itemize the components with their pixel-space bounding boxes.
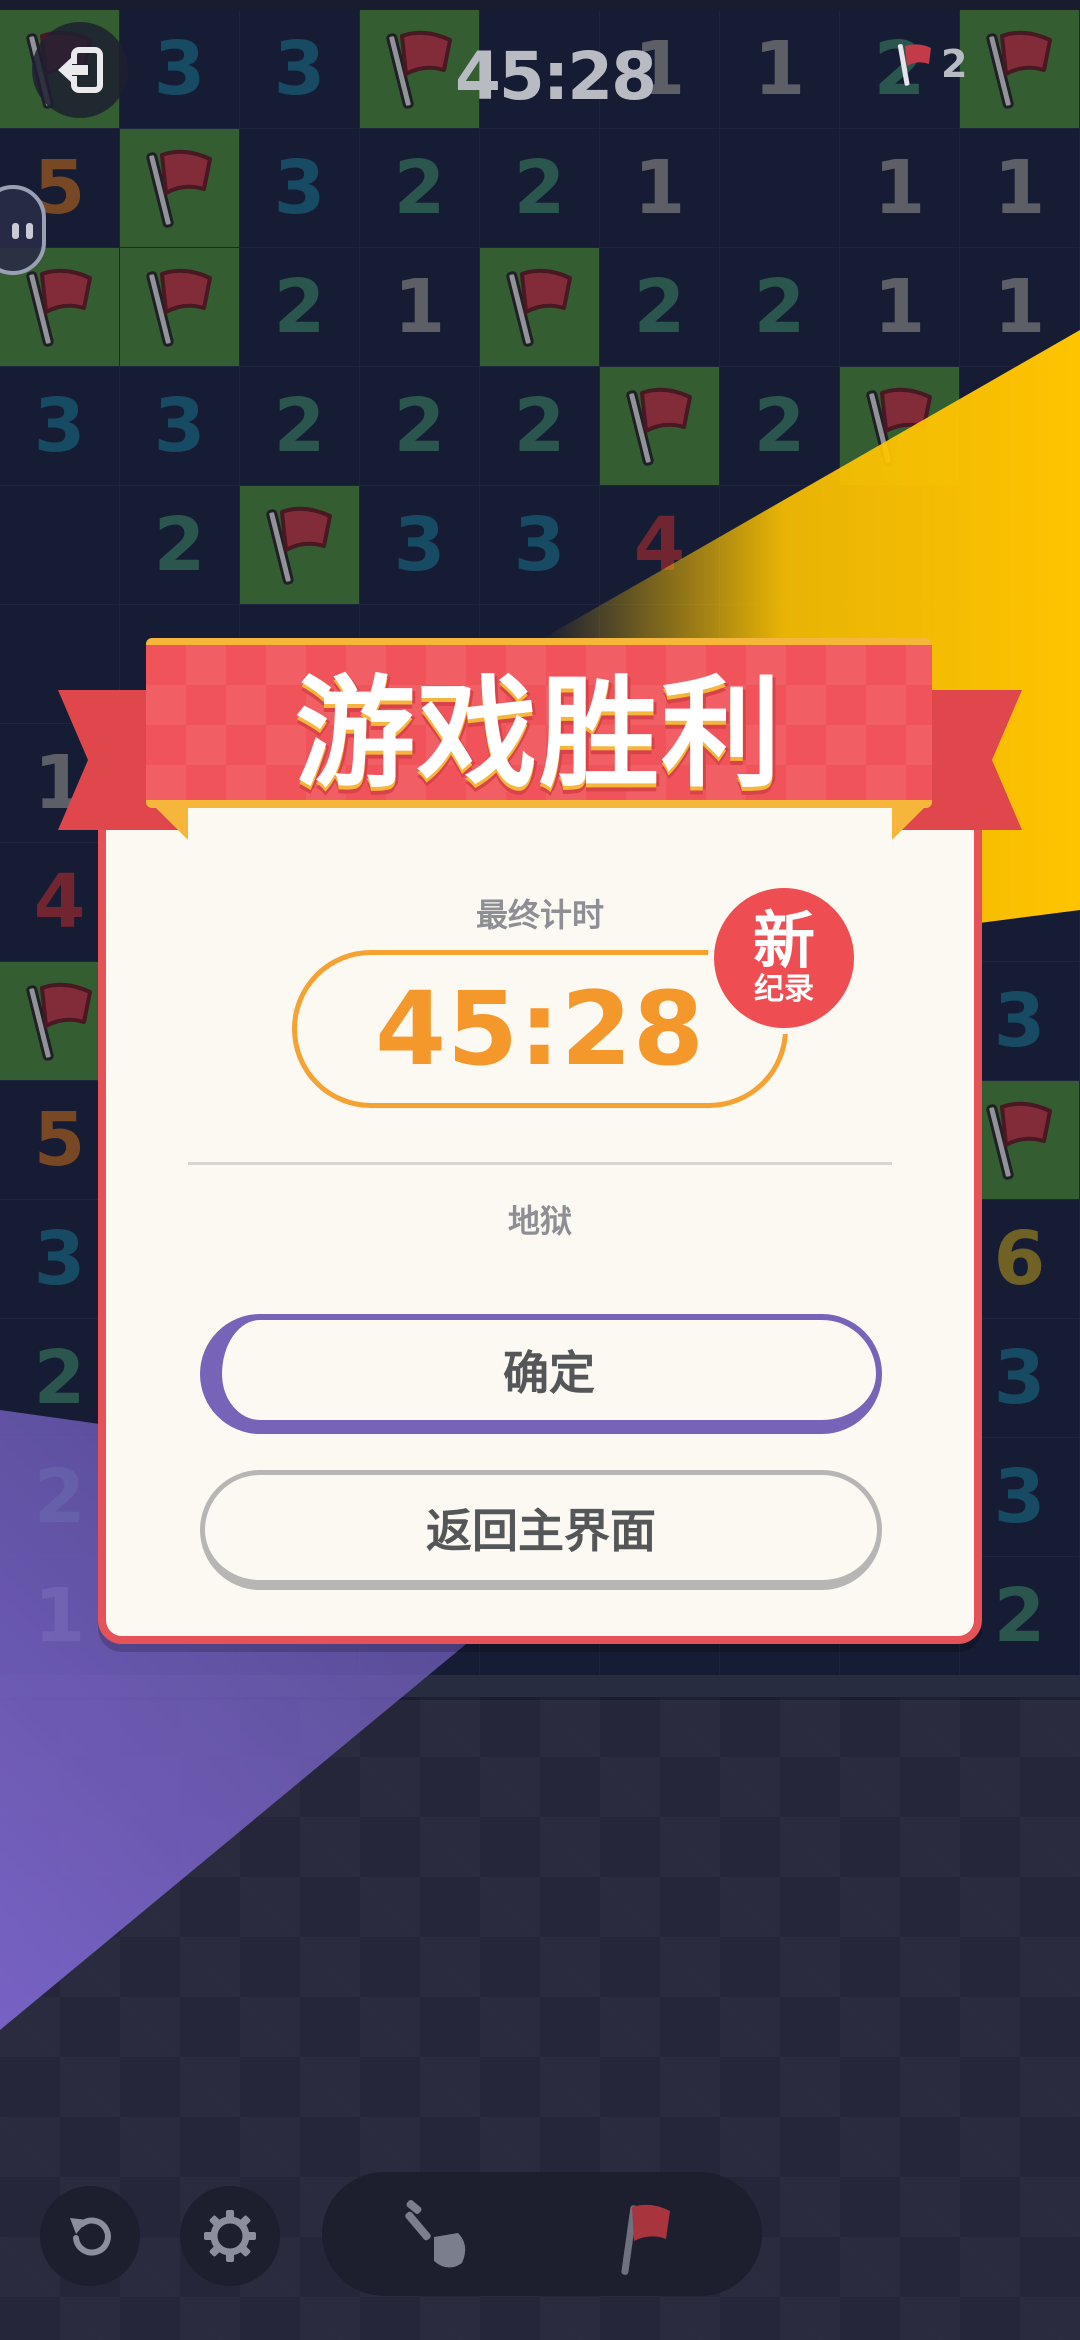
flag-mode-button[interactable] (598, 2194, 694, 2284)
side-panel-handle[interactable] (0, 185, 46, 275)
confirm-button[interactable]: 确定 (200, 1314, 882, 1434)
record-badge-sub: 纪录 (754, 972, 814, 1007)
final-time-value: 45:28 (375, 969, 705, 1089)
record-badge-main: 新 (752, 904, 815, 977)
flag-icon (897, 44, 931, 86)
exit-icon (58, 47, 103, 93)
difficulty-label: 地狱 (507, 1202, 572, 1240)
dig-mode-button[interactable] (392, 2194, 488, 2284)
undo-button[interactable] (40, 2186, 140, 2286)
undo-icon (70, 2217, 111, 2256)
flags-remaining: 2 (941, 42, 968, 86)
shovel-icon (405, 2200, 466, 2268)
settings-icon (204, 2210, 256, 2262)
return-home-label: 返回主界面 (426, 1503, 656, 1558)
return-home-button[interactable]: 返回主界面 (200, 1470, 882, 1590)
flag-counter: 2 (895, 40, 967, 88)
victory-ribbon: 游戏胜利 (146, 638, 932, 808)
settings-button[interactable] (180, 2186, 280, 2286)
divider (188, 1162, 892, 1165)
new-record-badge: 新 纪录 (708, 882, 860, 1034)
dialog-title: 游戏胜利 (295, 664, 783, 804)
flag-icon (621, 2204, 670, 2275)
exit-button[interactable] (32, 22, 128, 118)
tool-mode-selector (322, 2172, 762, 2296)
game-timer: 45:28 (455, 38, 657, 115)
final-time-label: 最终计时 (475, 896, 604, 934)
confirm-label: 确定 (503, 1346, 595, 1400)
